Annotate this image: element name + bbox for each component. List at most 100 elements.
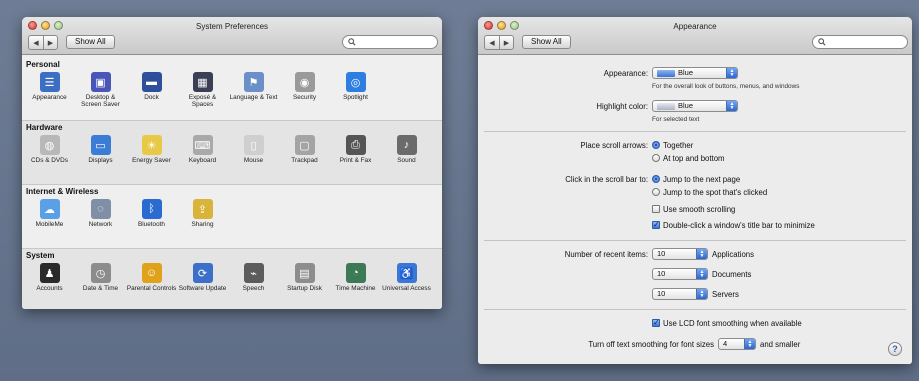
- forward-arrow-icon[interactable]: ▶: [43, 36, 57, 49]
- section-title: Hardware: [26, 123, 63, 132]
- displays-icon: ▭: [90, 135, 111, 155]
- pane-printer[interactable]: ⎙ Print & Fax: [330, 133, 381, 164]
- pane-parental[interactable]: ☺ Parental Controls: [126, 261, 177, 292]
- forward-arrow-icon[interactable]: ▶: [499, 36, 513, 49]
- section-hardware: Hardware ◍ CDs & DVDs ▭ Displays ☀ Energy Save…: [22, 120, 442, 184]
- pane-dock[interactable]: ▬ Dock: [126, 70, 177, 108]
- show-all-button[interactable]: Show All: [66, 35, 115, 49]
- mobileme-icon: ☁: [39, 199, 60, 219]
- popup-arrows-icon: ▲ ▼: [726, 101, 737, 111]
- sound-icon: ♪: [396, 135, 417, 155]
- radio-button-icon: [652, 175, 660, 183]
- checkbox-icon: [652, 205, 660, 213]
- titlebar: System Preferences ◀ ▶ Show All: [22, 17, 442, 55]
- popup-value: 10: [657, 249, 666, 258]
- highlight-color-label: Highlight color:: [596, 102, 648, 111]
- pane-cd[interactable]: ◍ CDs & DVDs: [24, 133, 75, 164]
- search-input[interactable]: [812, 35, 908, 49]
- font-size-popup[interactable]: 4 ▲ ▼: [718, 338, 756, 350]
- pane-network[interactable]: ◌ Network: [75, 197, 126, 228]
- help-button[interactable]: ?: [888, 342, 902, 356]
- parental-icon: ☺: [141, 263, 162, 283]
- recent-servers-popup[interactable]: 10 ▲ ▼: [652, 288, 708, 300]
- pane-label: Parental Controls: [126, 285, 177, 292]
- pane-accessibility[interactable]: ♿ Universal Access: [381, 261, 432, 292]
- pane-label: CDs & DVDs: [31, 157, 68, 164]
- back-arrow-icon[interactable]: ◀: [29, 36, 43, 49]
- back-arrow-icon[interactable]: ◀: [485, 36, 499, 49]
- speech-icon: ⌁: [243, 263, 264, 283]
- radio-at-top-and-bottom[interactable]: At top and bottom: [652, 154, 725, 163]
- pane-mouse[interactable]: ▯ Mouse: [228, 133, 279, 164]
- popup-value: 4: [723, 339, 728, 348]
- pane-speech[interactable]: ⌁ Speech: [228, 261, 279, 292]
- security-icon: ◉: [294, 72, 315, 92]
- pane-label: Network: [88, 221, 113, 228]
- section-personal: Personal ☰ Appearance ▣ Desktop & Screen Sav…: [22, 58, 442, 120]
- checkbox-label: Use smooth scrolling: [663, 205, 736, 214]
- radio-jump-to-spot[interactable]: Jump to the spot that's clicked: [652, 188, 767, 197]
- pane-disk[interactable]: ▤ Startup Disk: [279, 261, 330, 292]
- pane-label: Dock: [144, 94, 159, 101]
- pane-displays[interactable]: ▭ Displays: [75, 133, 126, 164]
- pane-sharing[interactable]: ⇪ Sharing: [177, 197, 228, 228]
- checkbox-icon: [652, 220, 660, 229]
- popup-value: 10: [657, 289, 666, 298]
- pane-sound[interactable]: ♪ Sound: [381, 133, 432, 164]
- pane-keyboard[interactable]: ⌨ Keyboard: [177, 133, 228, 164]
- mouse-icon: ▯: [243, 135, 264, 155]
- appearance-value: Blue: [678, 68, 694, 77]
- pane-energy[interactable]: ☀ Energy Saver: [126, 133, 177, 164]
- radio-together[interactable]: Together: [652, 141, 693, 150]
- pane-desktop[interactable]: ▣ Desktop & Screen Saver: [75, 70, 126, 108]
- search-input[interactable]: [342, 35, 438, 49]
- expose-icon: ▦: [192, 72, 213, 92]
- double-click-minimize-checkbox[interactable]: Double-click a window's title bar to min…: [652, 220, 815, 230]
- popup-arrows-icon: ▲ ▼: [696, 289, 707, 299]
- accessibility-icon: ♿: [396, 263, 417, 283]
- pane-clock[interactable]: ◷ Date & Time: [75, 261, 126, 292]
- radio-jump-next-page[interactable]: Jump to the next page: [652, 175, 740, 184]
- appearance-window: Appearance ◀ ▶ Show All Appearance: Blue…: [478, 17, 912, 364]
- recent-applications-popup[interactable]: 10 ▲ ▼: [652, 248, 708, 260]
- back-forward-control: ◀ ▶: [484, 35, 514, 50]
- pane-label: Keyboard: [188, 157, 217, 164]
- search-icon: [818, 38, 826, 46]
- popup-arrows-icon: ▲ ▼: [696, 249, 707, 259]
- language-icon: ⚑: [243, 72, 264, 92]
- pane-row: ☁ MobileMe ◌ Network ᛒ Bluetooth ⇪ Sharing: [22, 197, 442, 228]
- show-all-button[interactable]: Show All: [522, 35, 571, 49]
- section-system: System ♟ Accounts ◷ Date & Time ☺ Parental Con…: [22, 248, 442, 309]
- pane-accounts[interactable]: ♟ Accounts: [24, 261, 75, 292]
- pane-mobileme[interactable]: ☁ MobileMe: [24, 197, 75, 228]
- pane-expose[interactable]: ▦ Exposé & Spaces: [177, 70, 228, 108]
- recent-documents-popup[interactable]: 10 ▲ ▼: [652, 268, 708, 280]
- checkbox-label: Double-click a window's title bar to min…: [663, 221, 815, 230]
- pane-timemachine[interactable]: ◔ Time Machine: [330, 261, 381, 292]
- pane-label: Energy Saver: [132, 157, 171, 164]
- appearance-icon: ☰: [39, 72, 60, 92]
- radio-label: At top and bottom: [663, 154, 725, 163]
- pane-update[interactable]: ⟳ Software Update: [177, 261, 228, 292]
- pane-language[interactable]: ⚑ Language & Text: [228, 70, 279, 108]
- pane-label: Sound: [397, 157, 416, 164]
- appearance-label: Appearance:: [603, 69, 648, 78]
- pane-spotlight[interactable]: ◎ Spotlight: [330, 70, 381, 108]
- dock-icon: ▬: [141, 72, 162, 92]
- highlight-color-popup[interactable]: Blue ▲ ▼: [652, 100, 738, 112]
- highlight-swatch-icon: [657, 102, 675, 110]
- smooth-scrolling-checkbox[interactable]: Use smooth scrolling: [652, 205, 735, 214]
- keyboard-icon: ⌨: [192, 135, 213, 155]
- lcd-smoothing-checkbox[interactable]: Use LCD font smoothing when available: [652, 318, 802, 328]
- pane-label: Desktop & Screen Saver: [81, 94, 120, 109]
- network-icon: ◌: [90, 199, 111, 219]
- click-scroll-bar-label: Click in the scroll bar to:: [565, 175, 648, 184]
- pane-label: Time Machine: [335, 285, 376, 292]
- pane-bluetooth[interactable]: ᛒ Bluetooth: [126, 197, 177, 228]
- appearance-popup[interactable]: Blue ▲ ▼: [652, 67, 738, 79]
- energy-icon: ☀: [141, 135, 162, 155]
- pane-trackpad[interactable]: ▢ Trackpad: [279, 133, 330, 164]
- pane-appearance[interactable]: ☰ Appearance: [24, 70, 75, 108]
- pane-label: Universal Access: [382, 285, 431, 292]
- pane-security[interactable]: ◉ Security: [279, 70, 330, 108]
